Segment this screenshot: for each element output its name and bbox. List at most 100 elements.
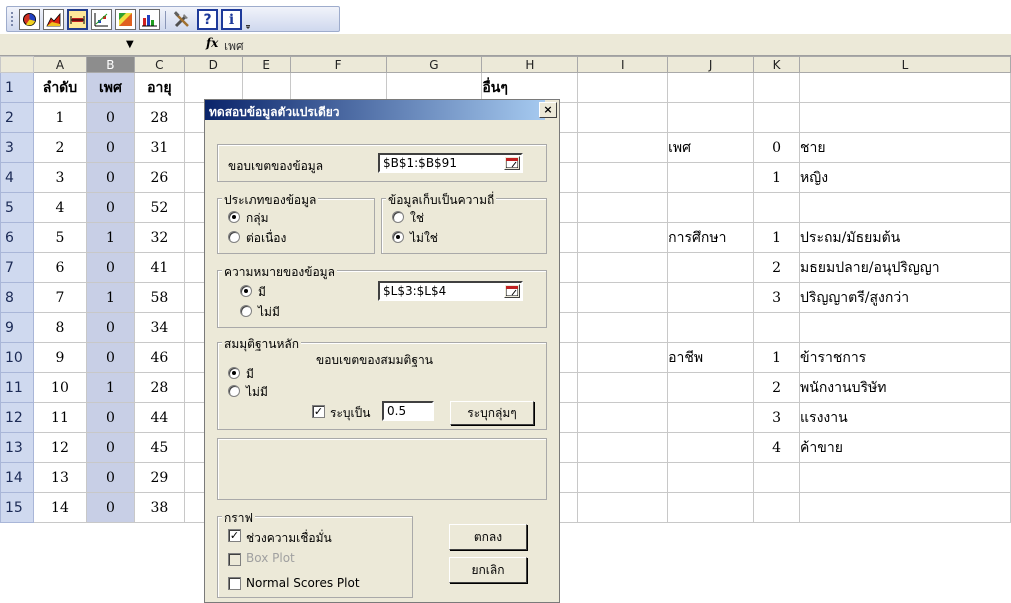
- cell-l[interactable]: ค้าขาย: [799, 432, 1011, 463]
- cell-l[interactable]: ปริญญาตรี/สูงกว่า: [799, 282, 1011, 313]
- cell-i[interactable]: [577, 492, 669, 523]
- cell-l[interactable]: [799, 72, 1011, 103]
- cell-c[interactable]: 58: [133, 282, 185, 313]
- cell-l[interactable]: แรงงาน: [799, 402, 1011, 433]
- normal-scores-checkbox[interactable]: [228, 577, 241, 590]
- cell-b[interactable]: 0: [85, 492, 135, 523]
- cell-l[interactable]: ประถม/มัธยมต้น: [799, 222, 1011, 253]
- cell-i[interactable]: [577, 282, 669, 313]
- meaning-range-input[interactable]: $L$3:$L$4: [378, 281, 523, 301]
- cell-l[interactable]: [799, 192, 1011, 223]
- cell-k[interactable]: [753, 312, 801, 343]
- toolbar-overflow-icon[interactable]: [245, 15, 250, 29]
- row-header[interactable]: 11: [0, 372, 34, 403]
- frequency-no-radio[interactable]: [392, 231, 404, 243]
- cell-i[interactable]: [577, 222, 669, 253]
- cell-c[interactable]: อายุ: [133, 72, 185, 103]
- specify-group-button[interactable]: ระบุกลุ่มๆ: [450, 401, 534, 425]
- cell-a[interactable]: 2: [32, 132, 87, 163]
- cell-h[interactable]: อื่นๆ: [481, 72, 579, 103]
- cell-i[interactable]: [577, 72, 669, 103]
- cell-c[interactable]: 32: [133, 222, 185, 253]
- column-header[interactable]: L: [799, 56, 1011, 73]
- range-select-icon[interactable]: [504, 284, 520, 298]
- row-header[interactable]: 10: [0, 342, 34, 373]
- cell-j[interactable]: [667, 402, 755, 433]
- specify-value-input[interactable]: 0.5: [382, 401, 434, 421]
- cell-i[interactable]: [577, 252, 669, 283]
- cell-k[interactable]: [753, 102, 801, 133]
- meaning-no-radio[interactable]: [240, 305, 252, 317]
- cell-b[interactable]: 0: [85, 132, 135, 163]
- cancel-button[interactable]: ยกเลิก: [449, 557, 527, 583]
- cell-c[interactable]: 41: [133, 252, 185, 283]
- cell-a[interactable]: 6: [32, 252, 87, 283]
- row-header[interactable]: 6: [0, 222, 34, 253]
- cell-a[interactable]: 5: [32, 222, 87, 253]
- cell-c[interactable]: 46: [133, 342, 185, 373]
- box-plot-checkbox[interactable]: [228, 553, 241, 566]
- cell-l[interactable]: [799, 102, 1011, 133]
- cell-b[interactable]: 0: [85, 102, 135, 133]
- toolbar-grip[interactable]: [10, 11, 14, 28]
- cell-b[interactable]: 0: [85, 312, 135, 343]
- tools-icon[interactable]: [171, 9, 193, 30]
- cell-c[interactable]: 28: [133, 372, 185, 403]
- cell-b[interactable]: 0: [85, 342, 135, 373]
- cell-a[interactable]: 11: [32, 402, 87, 433]
- cell-g[interactable]: [385, 72, 483, 103]
- area-chart-icon[interactable]: [43, 9, 64, 30]
- cell-c[interactable]: 44: [133, 402, 185, 433]
- hypothesis-yes-radio[interactable]: [228, 367, 240, 379]
- info-icon[interactable]: i: [221, 9, 242, 30]
- cell-l[interactable]: มธยมปลาย/อนุปริญญา: [799, 252, 1011, 283]
- cell-l[interactable]: พนักงานบริษัท: [799, 372, 1011, 403]
- cell-c[interactable]: 26: [133, 162, 185, 193]
- fx-icon[interactable]: fx: [206, 36, 218, 50]
- cell-j[interactable]: [667, 252, 755, 283]
- cell-k[interactable]: 4: [753, 432, 801, 463]
- confidence-interval-checkbox[interactable]: ✓: [228, 529, 241, 542]
- cell-c[interactable]: 38: [133, 492, 185, 523]
- row-header[interactable]: 7: [0, 252, 34, 283]
- column-header[interactable]: E: [241, 56, 291, 73]
- cell-j[interactable]: [667, 162, 755, 193]
- cell-i[interactable]: [577, 132, 669, 163]
- cell-b[interactable]: 0: [85, 192, 135, 223]
- cell-l[interactable]: ข้าราชการ: [799, 342, 1011, 373]
- cell-a[interactable]: 1: [32, 102, 87, 133]
- cell-a[interactable]: 9: [32, 342, 87, 373]
- column-header[interactable]: A: [32, 56, 87, 73]
- cell-j[interactable]: [667, 192, 755, 223]
- cell-c[interactable]: 45: [133, 432, 185, 463]
- meaning-yes-radio[interactable]: [240, 285, 252, 297]
- cell-i[interactable]: [577, 462, 669, 493]
- row-header[interactable]: 5: [0, 192, 34, 223]
- cell-j[interactable]: [667, 432, 755, 463]
- cell-i[interactable]: [577, 432, 669, 463]
- row-header[interactable]: 14: [0, 462, 34, 493]
- cell-i[interactable]: [577, 372, 669, 403]
- cell-b[interactable]: 1: [85, 372, 135, 403]
- ok-button[interactable]: ตกลง: [449, 524, 527, 550]
- column-header[interactable]: B: [85, 56, 135, 73]
- cell-a[interactable]: 7: [32, 282, 87, 313]
- column-header[interactable]: G: [385, 56, 483, 73]
- cell-l[interactable]: หญิง: [799, 162, 1011, 193]
- cell-l[interactable]: [799, 462, 1011, 493]
- select-all-corner[interactable]: [0, 56, 34, 73]
- cell-k[interactable]: [753, 192, 801, 223]
- cell-a[interactable]: 8: [32, 312, 87, 343]
- cell-i[interactable]: [577, 312, 669, 343]
- name-box-dropdown-icon[interactable]: ▼: [126, 39, 134, 50]
- column-header[interactable]: J: [667, 56, 755, 73]
- pie-chart-icon[interactable]: [19, 9, 40, 30]
- column-header[interactable]: K: [753, 56, 801, 73]
- frequency-yes-radio[interactable]: [392, 211, 404, 223]
- cell-c[interactable]: 34: [133, 312, 185, 343]
- cell-b[interactable]: 1: [85, 282, 135, 313]
- cell-k[interactable]: 1: [753, 342, 801, 373]
- cell-k[interactable]: [753, 492, 801, 523]
- specify-checkbox[interactable]: ✓: [312, 405, 325, 418]
- cell-a[interactable]: 3: [32, 162, 87, 193]
